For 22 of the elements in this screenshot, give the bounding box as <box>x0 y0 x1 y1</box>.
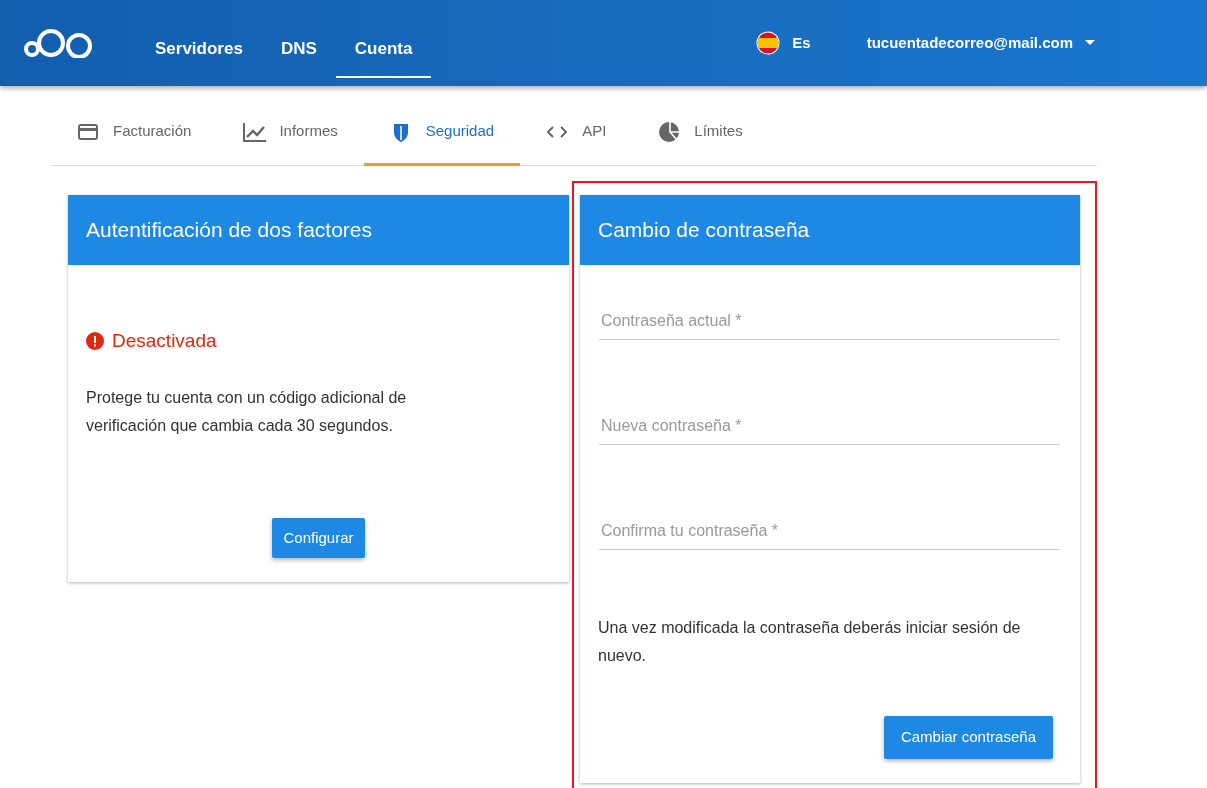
card-title: Cambio de contraseña <box>580 195 1080 265</box>
nav-tab[interactable]: DNS <box>261 22 336 78</box>
nav-tab[interactable]: Servidores <box>136 22 262 78</box>
language-label[interactable]: Es <box>792 31 811 55</box>
section-tab[interactable]: Seguridad <box>363 100 521 166</box>
account-menu[interactable]: tucuentadecorreo@mail.com <box>860 30 1101 56</box>
note-text: Una vez modificada la contraseña deberás iniciar sesión de nuevo. <box>598 618 1022 666</box>
line-chart-icon <box>243 120 268 143</box>
status-label: Desactivada <box>112 329 217 353</box>
section-tab[interactable]: Facturación <box>51 100 218 166</box>
nav-tab[interactable]: Cuenta <box>335 22 432 78</box>
section-tab[interactable]: API <box>520 100 633 166</box>
card-title: Autentificación de dos factores <box>68 195 569 265</box>
description-text: Protege tu cuenta con un código adicional de verificación que cambia cada 30 segundos. <box>86 387 408 436</box>
caret-icon <box>1085 40 1095 46</box>
alert-icon <box>86 332 104 351</box>
flag-icon[interactable] <box>756 31 781 55</box>
section-tab[interactable]: Informes <box>217 100 364 166</box>
change-password-button[interactable]: Cambiar contraseña <box>883 716 1053 759</box>
section-tab[interactable]: Límites <box>632 100 769 166</box>
logo-icon <box>24 28 94 58</box>
configure-button[interactable]: Configurar <box>272 517 365 558</box>
